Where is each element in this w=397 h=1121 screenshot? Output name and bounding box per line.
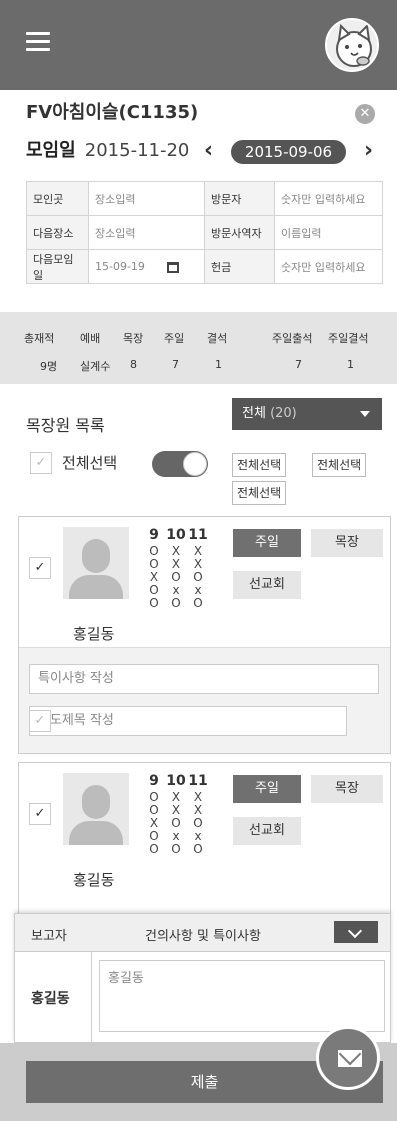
visitor-input[interactable]: 숫자만 입력하세요	[274, 181, 383, 216]
reporter-column-label: 보고자	[31, 929, 67, 944]
note-input[interactable]: 특이사항 작성	[29, 664, 379, 694]
member-card: ✓ 홍길동 9 10 11 OXX OXX XOO Oxx OOO 주일 목장 선교…	[18, 762, 391, 922]
attendance-grid: 9 10 11 OXX OXX XOO Oxx OOO	[149, 527, 208, 610]
select-all-tag-3[interactable]: 전체선택	[232, 481, 287, 505]
member-photo	[63, 773, 129, 845]
toggle-knob	[183, 452, 207, 476]
stat-header-sunday-absent: 주일결석	[328, 332, 369, 345]
top-bar	[0, 0, 397, 90]
calendar-icon[interactable]	[166, 261, 179, 273]
member-name: 홍길동	[73, 625, 115, 643]
select-all-label: 전체선택	[62, 454, 118, 472]
chevron-down-icon	[360, 411, 370, 417]
filter-count: (20)	[270, 406, 297, 421]
mission-button[interactable]: 선교회	[233, 817, 301, 845]
meeting-date-value: 2015-11-20	[84, 140, 190, 161]
mokjang-button[interactable]: 목장	[311, 529, 383, 557]
member-name: 홍길동	[73, 871, 115, 889]
visit-worker-input[interactable]: 이름입력	[274, 215, 383, 250]
stat-header-total: 총재적	[24, 332, 55, 345]
filter-select[interactable]: 전체 (20)	[232, 398, 382, 430]
visitor-label: 방문자	[204, 181, 275, 216]
stats-panel: 총재적 예배 목장 주일 결석 주일출석 주일결석 9명 실계수 8 7 1 7…	[0, 312, 397, 384]
next-place-label: 다음장소	[26, 215, 89, 250]
notes-column-label: 건의사항 및 특이사항	[145, 929, 261, 944]
chevron-right-icon[interactable]: ›	[364, 138, 373, 163]
report-textarea[interactable]: 홍길동	[99, 960, 385, 1032]
place-label: 모인곳	[26, 181, 89, 216]
meeting-info-table: 모인곳 장소입력 방문자 숫자만 입력하세요 다음장소 장소입력 방문사역자 이…	[26, 181, 383, 284]
member-checkbox[interactable]: ✓	[29, 803, 51, 825]
select-all-toggle[interactable]	[152, 451, 208, 477]
stat-header-sunday: 주일	[164, 332, 185, 345]
close-icon[interactable]: ✕	[355, 104, 375, 124]
reporter-name: 홍길동	[31, 991, 70, 1007]
mail-icon	[338, 1050, 362, 1067]
meeting-date-row: 모임일 2015-11-20 ‹ 2015-09-06 ›	[26, 136, 383, 166]
prayer-checkbox[interactable]: ✓	[29, 710, 51, 732]
expand-button[interactable]	[334, 921, 378, 943]
avatar[interactable]	[325, 18, 379, 72]
chevron-left-icon[interactable]: ‹	[204, 138, 213, 163]
visit-worker-label: 방문사역자	[204, 215, 275, 250]
stat-sunday-absent: 1	[347, 358, 354, 371]
stat-header-sunday-attend: 주일출석	[272, 332, 313, 345]
member-checkbox[interactable]: ✓	[29, 557, 51, 579]
app: FV아침이슬(C1135) ✕ 모임일 2015-11-20 ‹ 2015-09…	[0, 0, 397, 1121]
select-all-tag-1[interactable]: 전체선택	[232, 453, 287, 477]
stat-worship: 실계수	[80, 360, 111, 373]
next-meeting-input[interactable]: 15-09-19	[88, 249, 205, 284]
prayer-input[interactable]: 기도제목 작성	[29, 706, 347, 736]
stat-header-mokjang: 목장	[123, 332, 144, 345]
cat-avatar-icon	[336, 23, 372, 67]
stat-header-absent: 결석	[207, 332, 228, 345]
chevron-down-icon	[347, 923, 363, 939]
sunday-button[interactable]: 주일	[233, 529, 301, 557]
mokjang-button[interactable]: 목장	[311, 775, 383, 803]
stat-sunday: 7	[172, 358, 179, 371]
stat-sunday-attend: 7	[295, 358, 302, 371]
sunday-button[interactable]: 주일	[233, 775, 301, 803]
hamburger-icon[interactable]	[26, 32, 50, 51]
page-title: FV아침이슬(C1135)	[26, 102, 199, 123]
select-all-tag-2[interactable]: 전체선택	[312, 453, 367, 477]
place-input[interactable]: 장소입력	[88, 181, 205, 216]
meeting-date-label: 모임일	[26, 140, 76, 161]
title-row: FV아침이슬(C1135) ✕	[26, 98, 379, 128]
filter-label: 전체	[242, 406, 266, 421]
member-card: ✓ 홍길동 9 10 11 OXX OXX XOO Oxx OOO 주일 목장 선교…	[18, 516, 391, 754]
nav-date-pill[interactable]: 2015-09-06	[231, 140, 346, 164]
report-header: 보고자 건의사항 및 특이사항	[15, 914, 390, 952]
cash-label: 헌금	[204, 249, 275, 284]
attendance-grid: 9 10 11 OXX OXX XOO Oxx OOO	[149, 773, 208, 856]
stat-absent: 1	[215, 358, 222, 371]
mail-fab-button[interactable]	[316, 1026, 380, 1090]
report-panel: 보고자 건의사항 및 특이사항 홍길동 홍길동	[14, 913, 391, 1043]
stat-header-worship: 예배	[80, 332, 101, 345]
select-all-checkbox[interactable]: ✓	[30, 452, 52, 474]
next-meeting-label: 다음모임일	[26, 249, 89, 284]
stat-mokjang: 8	[130, 358, 137, 371]
cash-input[interactable]: 숫자만 입력하세요	[274, 249, 383, 284]
next-meeting-value: 15-09-19	[95, 260, 145, 273]
stat-total: 9명	[40, 360, 58, 373]
next-place-input[interactable]: 장소입력	[88, 215, 205, 250]
mission-button[interactable]: 선교회	[233, 571, 301, 599]
member-notes: 특이사항 작성 기도제목 작성 ✓	[19, 647, 390, 753]
member-list-title: 목장원 목록	[26, 416, 105, 435]
member-photo	[63, 527, 129, 599]
